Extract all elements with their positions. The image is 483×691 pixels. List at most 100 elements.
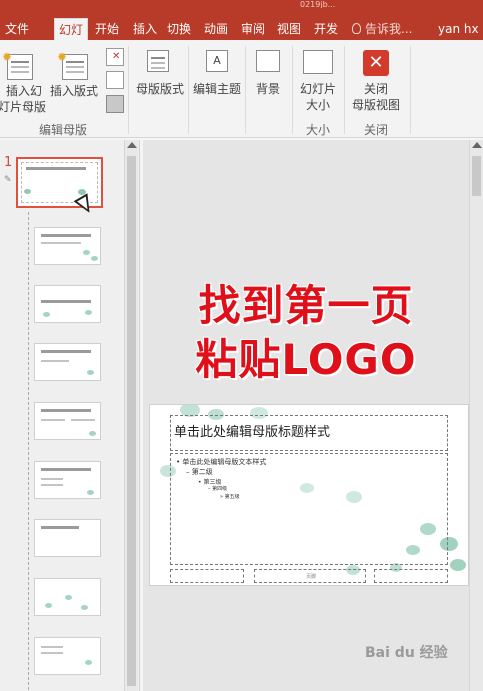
layout-thumbnail[interactable] xyxy=(34,461,101,499)
thumb-title-line xyxy=(41,300,91,303)
title-placeholder-text: 单击此处编辑母版标题样式 xyxy=(174,425,331,440)
slide-number: 1 xyxy=(4,155,13,170)
scroll-thumb[interactable] xyxy=(472,156,481,196)
group-separator xyxy=(410,46,411,134)
leaf-decoration xyxy=(450,559,466,571)
master-layout-label: 母版版式 xyxy=(135,82,184,96)
date-placeholder[interactable] xyxy=(170,569,244,583)
body-level-5: » 第五级 xyxy=(220,494,240,500)
body-level-1-text: 单击此处编辑母版文本样式 xyxy=(182,458,267,466)
insert-slide-master-button[interactable]: ✹ 插入幻 灯片母版 xyxy=(0,50,46,120)
insert-master-label-1: 插入幻 xyxy=(5,84,42,98)
layout-thumbnail[interactable] xyxy=(34,285,101,323)
footer-text: 页脚 xyxy=(306,574,317,580)
tell-me-label: 告诉我... xyxy=(365,22,413,36)
thumb-line xyxy=(41,646,63,648)
tab-file[interactable]: 文件 xyxy=(0,18,34,40)
leaf-decoration xyxy=(24,189,31,194)
delete-icon: ✕ xyxy=(112,51,121,62)
body-level-1: • 单击此处编辑母版文本样式 xyxy=(176,458,267,466)
slide-master-canvas[interactable]: 单击此处编辑母版标题样式 • 单击此处编辑母版文本样式 – 第二级 • 第三级 … xyxy=(149,404,469,586)
background-icon xyxy=(256,50,280,72)
thumb-title-line xyxy=(41,350,91,353)
insert-layout-button[interactable]: ✹ 插入版式 xyxy=(48,50,100,120)
body-level-4-text: 第四级 xyxy=(212,486,228,492)
thumb-title-line xyxy=(41,409,91,412)
tab-home[interactable]: 开始 xyxy=(90,18,124,40)
background-button[interactable]: 背景 xyxy=(248,50,288,120)
group-separator xyxy=(188,46,189,134)
window-title: 0219jb... xyxy=(300,0,336,8)
tab-slide-master[interactable]: 幻灯 xyxy=(54,18,88,40)
insert-layout-label: 插入版式 xyxy=(49,84,98,98)
thumb-title-line xyxy=(26,167,86,170)
insert-master-label-2: 灯片母版 xyxy=(0,100,46,114)
body-level-2: – 第二级 xyxy=(186,468,213,476)
thumb-line xyxy=(41,478,63,480)
preserve-button[interactable] xyxy=(106,95,124,113)
slide-editing-area[interactable]: 找到第一页 粘贴LOGO 单击此处编辑母版标题样式 • 单击此处编辑母版文本样式… xyxy=(143,140,469,691)
thumb-line xyxy=(71,419,95,421)
tell-me-search[interactable]: 告诉我... xyxy=(352,18,412,40)
body-level-4: – 第四级 xyxy=(208,486,228,492)
group-separator xyxy=(245,46,246,134)
tab-view[interactable]: 视图 xyxy=(272,18,306,40)
layout-thumbnail[interactable] xyxy=(34,578,101,616)
group-separator xyxy=(292,46,293,134)
new-star-icon: ✹ xyxy=(2,50,13,64)
delete-button[interactable]: ✕ xyxy=(106,48,124,66)
close-icon: ✕ xyxy=(363,50,389,76)
leaf-decoration xyxy=(45,603,52,608)
layout-connector-line xyxy=(28,212,29,690)
close-master-view-button[interactable]: ✕ 关闭 母版视图 xyxy=(346,50,406,120)
group-label-size: 大小 xyxy=(305,123,330,137)
theme-icon: A xyxy=(206,50,228,72)
tab-transitions[interactable]: 切换 xyxy=(162,18,196,40)
thumb-line xyxy=(41,484,63,486)
master-layout-button[interactable]: 母版版式 xyxy=(132,50,188,120)
thumb-title-line xyxy=(41,234,91,237)
scroll-up-arrow-icon[interactable] xyxy=(127,142,137,148)
tab-developer[interactable]: 开发 xyxy=(309,18,343,40)
leaf-decoration xyxy=(91,256,98,261)
tab-insert[interactable]: 插入 xyxy=(128,18,162,40)
layout-thumbnail[interactable] xyxy=(34,343,101,381)
thumb-line xyxy=(41,652,63,654)
group-separator xyxy=(344,46,345,134)
edit-theme-label: 编辑主题 xyxy=(192,82,241,96)
baidu-watermark: Bai du 经验 xyxy=(365,645,448,661)
scroll-thumb[interactable] xyxy=(127,156,136,686)
lightbulb-icon xyxy=(352,23,361,34)
main-scrollbar[interactable] xyxy=(469,140,483,691)
thumb-line xyxy=(41,419,65,421)
ribbon: ✹ 插入幻 灯片母版 ✹ 插入版式 ✕ 编辑母版 母版版式 A 编辑主题 背景 … xyxy=(0,40,483,138)
scroll-up-arrow-icon[interactable] xyxy=(472,142,482,148)
pin-icon: ✎ xyxy=(4,175,12,185)
leaf-decoration xyxy=(85,310,92,315)
leaf-decoration xyxy=(85,660,92,665)
new-star-icon: ✹ xyxy=(57,50,68,64)
layout-thumbnail[interactable] xyxy=(34,227,101,265)
slide-size-button[interactable]: 幻灯片 大小 xyxy=(294,50,342,120)
slide-number-placeholder[interactable] xyxy=(374,569,448,583)
leaf-decoration xyxy=(43,312,50,317)
thumbnail-scrollbar[interactable] xyxy=(124,140,138,691)
edit-theme-button[interactable]: A 编辑主题 xyxy=(190,50,244,120)
layout-thumbnail[interactable] xyxy=(34,402,101,440)
overlay-caption-line2: 粘贴LOGO xyxy=(195,335,417,384)
user-account[interactable]: yan hx xyxy=(438,18,479,40)
thumb-title-line xyxy=(41,468,91,471)
rename-button[interactable] xyxy=(106,71,124,89)
tab-review[interactable]: 审阅 xyxy=(236,18,270,40)
slide-size-label-1: 幻灯片 xyxy=(299,82,336,96)
body-level-5-text: 第五级 xyxy=(224,494,240,500)
leaf-decoration xyxy=(87,370,94,375)
slide-size-label-2: 大小 xyxy=(305,98,330,112)
tab-animations[interactable]: 动画 xyxy=(199,18,233,40)
layout-thumbnail[interactable] xyxy=(34,519,101,557)
overlay-caption-line1: 找到第一页 xyxy=(198,281,414,330)
close-label-1: 关闭 xyxy=(363,82,388,96)
thumb-title-line xyxy=(41,526,79,529)
layout-thumbnail[interactable] xyxy=(34,637,101,675)
leaf-decoration xyxy=(87,490,94,495)
